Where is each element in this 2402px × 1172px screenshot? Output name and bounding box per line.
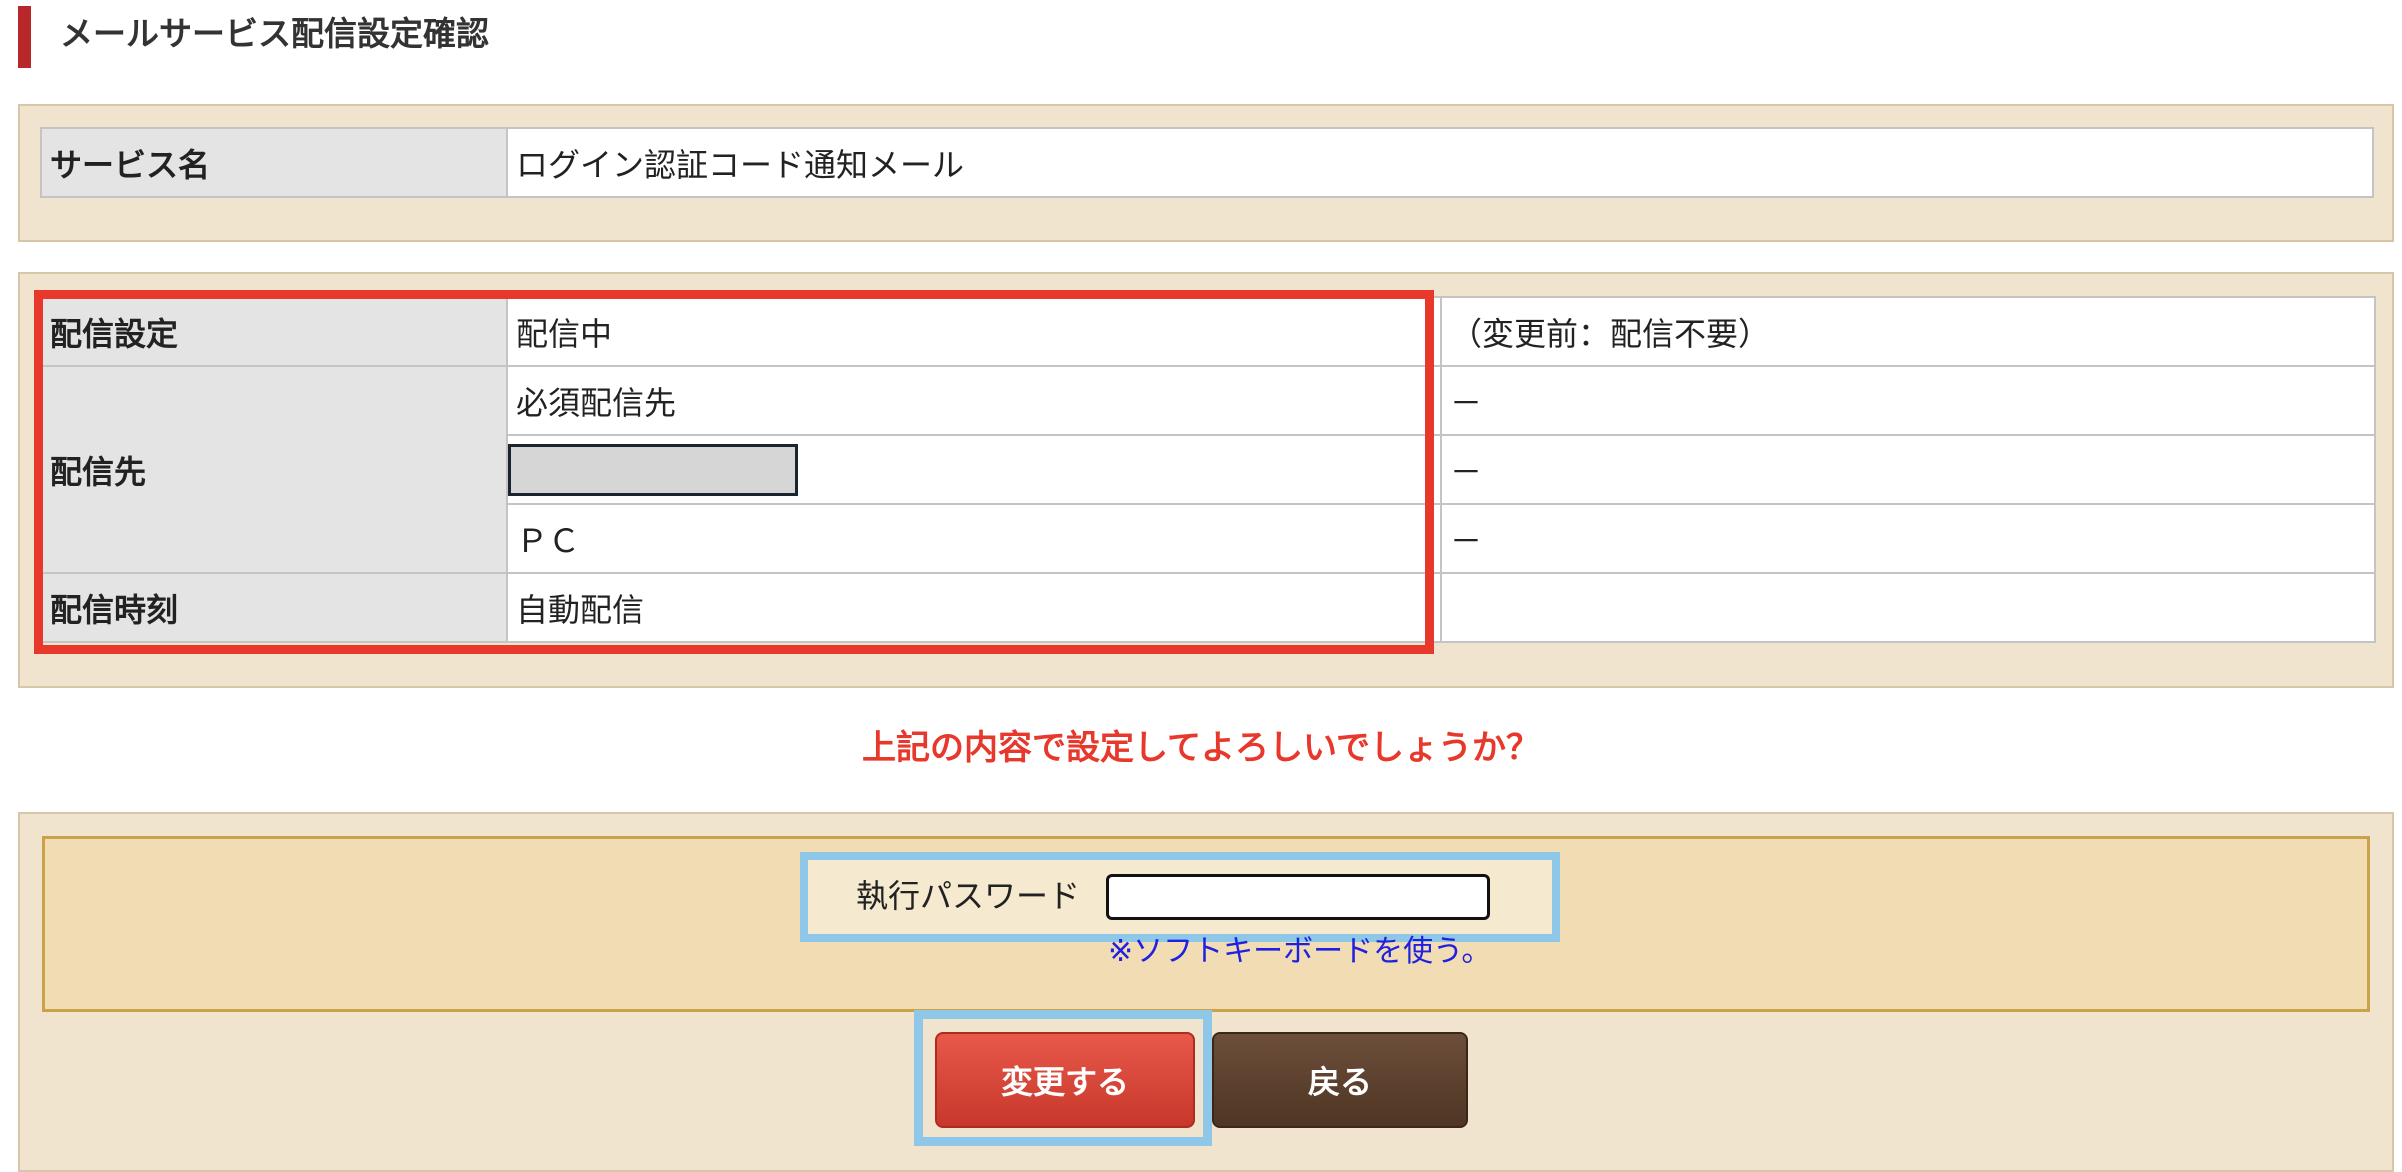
back-button[interactable]: 戻る [1212,1032,1468,1128]
table-row: 配信先 必須配信先 － [40,365,2376,574]
delivery-setting-label: 配信設定 [40,296,508,367]
table-row: 配信時刻 自動配信 [40,572,2376,643]
table-row: 配信設定 配信中 （変更前：配信不要） [40,296,2376,367]
destination-pc-before: － [1440,503,2376,574]
service-panel: サービス名 ログイン認証コード通知メール [18,104,2394,242]
delivery-time-label: 配信時刻 [40,572,508,643]
soft-keyboard-link[interactable]: ※ソフトキーボードを使う。 [1108,926,1491,970]
confirm-message: 上記の内容で設定してよろしいでしょうか？ [862,728,1540,768]
destination-pc: ＰＣ [506,503,1442,574]
table-row: サービス名 ログイン認証コード通知メール [40,127,2374,198]
change-button[interactable]: 変更する [935,1032,1195,1128]
destination-label: 配信先 [40,365,508,574]
destination-masked-before: － [1440,434,2376,505]
title-accent-bar [18,6,31,68]
delivery-time-value: 自動配信 [506,572,1442,643]
settings-table: 配信設定 配信中 （変更前：配信不要） 配信先 必須配信先 － － ＰＣ － 配… [40,296,2376,643]
delivery-setting-before: （変更前：配信不要） [1440,296,2376,367]
destination-masked-cell [506,434,1442,505]
destination-required: 必須配信先 [506,365,1442,436]
settings-panel: 配信設定 配信中 （変更前：配信不要） 配信先 必須配信先 － － ＰＣ － 配… [18,272,2394,688]
delivery-time-before [1440,572,2376,643]
password-input[interactable] [1106,874,1490,920]
service-name-label: サービス名 [40,127,508,198]
delivery-setting-value: 配信中 [506,296,1442,367]
page-title: メールサービス配信設定確認 [60,14,489,53]
service-name-value: ログイン認証コード通知メール [506,127,2374,198]
password-label: 執行パスワード [856,877,1081,915]
masked-destination-block [509,443,798,496]
service-table: サービス名 ログイン認証コード通知メール [40,127,2374,198]
destination-required-before: － [1440,365,2376,436]
